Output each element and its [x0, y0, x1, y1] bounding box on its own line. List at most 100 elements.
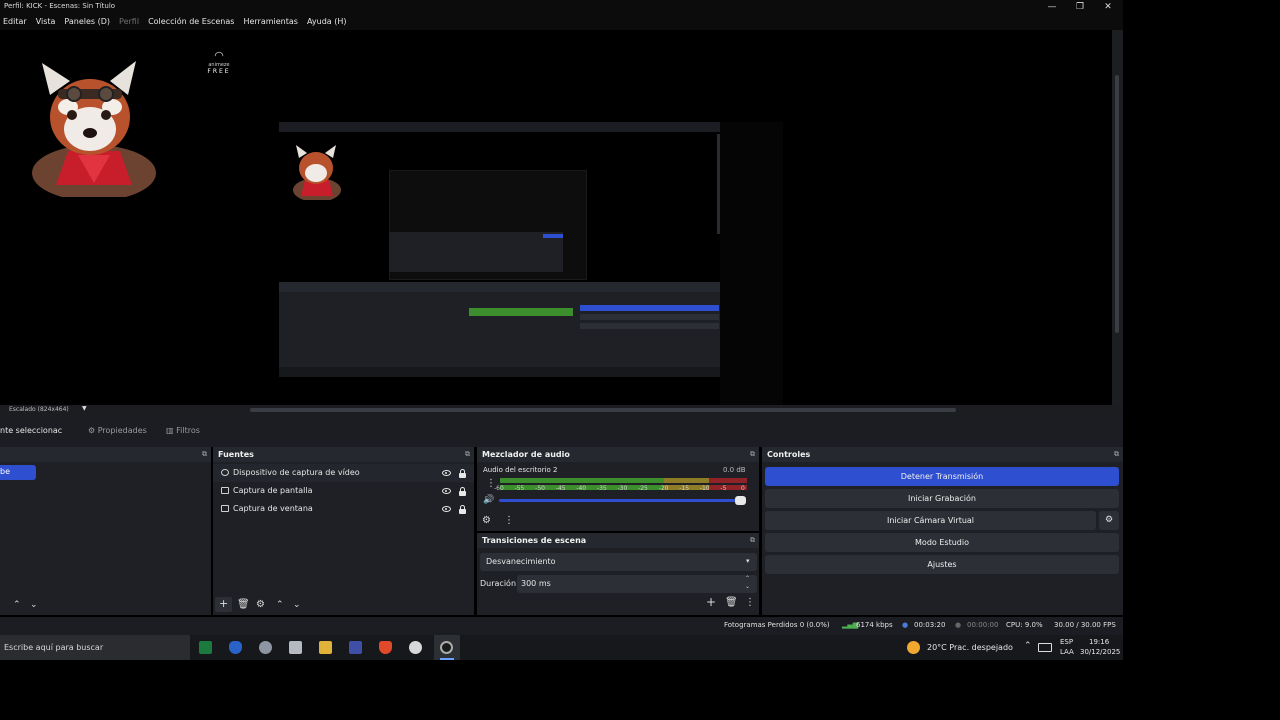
scene-item-selected[interactable]: be — [0, 465, 36, 480]
visibility-eye-icon[interactable] — [442, 488, 451, 494]
preview-canvas[interactable]: ◠ animeze FREE — [0, 30, 1112, 405]
no-source-selected-label: nte seleccionac — [0, 426, 63, 435]
animeze-free-label: FREE — [207, 68, 231, 75]
keyboard-icon[interactable] — [1038, 643, 1052, 652]
status-bar: Fotogramas Perdidos 0 (0.0%) ▂▄▆ 6174 kb… — [0, 617, 1123, 635]
scale-dropdown-arrow-icon[interactable]: ▼ — [82, 405, 87, 412]
taskbar-search-box[interactable]: Escribe aquí para buscar — [0, 635, 190, 660]
properties-button[interactable]: ⚙ Propiedades — [82, 423, 153, 439]
tray-chevron-up-icon[interactable]: ⌃ — [1024, 641, 1032, 651]
animeze-watermark: ◠ animeze FREE — [203, 50, 235, 76]
volume-slider-handle[interactable] — [735, 496, 746, 505]
weather-partly-sunny-icon — [907, 641, 920, 654]
studio-mode-button[interactable]: Modo Estudio — [765, 533, 1119, 552]
start-recording-button[interactable]: Iniciar Grabación — [765, 489, 1119, 508]
clock-date[interactable]: 30/12/2025 — [1080, 648, 1120, 656]
dock-popout-icon[interactable]: ⧉ — [465, 450, 470, 459]
add-source-button[interactable]: + — [215, 597, 232, 612]
move-up-icon[interactable]: ⌃ — [276, 599, 284, 611]
chevron-down-icon: ▾ — [746, 557, 750, 565]
move-down-icon[interactable]: ⌄ — [293, 599, 301, 611]
lock-icon[interactable] — [459, 505, 466, 514]
source-context-bar: nte seleccionac ⚙ Propiedades ▥ Filtros — [0, 415, 1123, 447]
duration-label: Duración — [480, 579, 517, 588]
obs-studio-icon — [440, 641, 453, 654]
excel-icon[interactable] — [199, 641, 212, 654]
preview-vertical-scrollbar[interactable] — [1112, 30, 1123, 405]
dock-popout-icon[interactable]: ⧉ — [202, 450, 207, 459]
source-label: Captura de pantalla — [233, 486, 313, 495]
source-properties-gear-icon[interactable]: ⚙ — [256, 599, 265, 611]
maximize-button[interactable]: ❐ — [1066, 0, 1094, 14]
speaker-icon[interactable]: 🔊 — [483, 494, 494, 506]
visibility-eye-icon[interactable] — [442, 506, 451, 512]
stepper-up-icon[interactable]: ⌃ — [745, 575, 750, 582]
move-down-icon[interactable]: ⌄ — [30, 599, 38, 611]
app-icon[interactable] — [289, 641, 302, 654]
taskbar-active-app[interactable] — [434, 635, 460, 660]
file-explorer-icon[interactable] — [319, 641, 332, 654]
taskbar-search-placeholder: Escribe aquí para buscar — [4, 643, 104, 652]
source-item[interactable]: Captura de ventana — [213, 500, 474, 518]
menu-coleccion-escenas[interactable]: Colección de Escenas — [148, 14, 234, 30]
dock-popout-icon[interactable]: ⧉ — [750, 536, 755, 545]
dropped-frames-status: Fotogramas Perdidos 0 (0.0%) — [724, 621, 830, 629]
meter-scale-tick: -50 — [535, 485, 545, 492]
app-icon[interactable] — [349, 641, 362, 654]
close-button[interactable]: ✕ — [1094, 0, 1122, 14]
remove-source-trash-icon[interactable]: 🗑 — [237, 599, 250, 611]
filters-label: Filtros — [176, 426, 200, 435]
volume-slider[interactable] — [499, 496, 746, 505]
meter-scale-tick: 0 — [741, 485, 745, 492]
meter-scale-tick: -5 — [720, 485, 727, 492]
red-panda-avatar — [32, 61, 156, 197]
menu-perfil[interactable]: Perfil — [119, 14, 139, 30]
minimize-button[interactable]: — — [1038, 0, 1066, 14]
menu-paneles[interactable]: Paneles (D) — [64, 14, 110, 30]
dock-popout-icon[interactable]: ⧉ — [1114, 450, 1119, 459]
dock-popout-icon[interactable]: ⧉ — [750, 450, 755, 459]
meter-scale-tick: -35 — [596, 485, 607, 492]
language-bottom[interactable]: LAA — [1060, 648, 1074, 656]
clock-time[interactable]: 19:16 — [1089, 638, 1109, 646]
preview-horizontal-scrollbar[interactable] — [250, 408, 956, 412]
monitor-icon — [221, 487, 229, 494]
duration-spinbox[interactable]: 300 ms ⌃ ⌄ — [517, 575, 757, 593]
meter-scale-tick: -15 — [679, 485, 690, 492]
remove-transition-trash-icon[interactable]: 🗑 — [725, 597, 738, 609]
app-icon[interactable] — [259, 641, 272, 654]
brave-browser-icon[interactable] — [379, 641, 392, 654]
stepper-down-icon[interactable]: ⌄ — [745, 583, 750, 590]
stream-live-icon: ● — [902, 621, 909, 629]
animeze-app-icon[interactable] — [409, 641, 422, 654]
transition-select[interactable]: Desvanecimiento ▾ — [480, 553, 757, 571]
mixer-menu-kebab-icon[interactable]: ⋮ — [504, 515, 514, 527]
filters-button[interactable]: ▥ Filtros — [160, 423, 206, 439]
stop-stream-button[interactable]: Detener Transmisión — [765, 467, 1119, 486]
lock-icon[interactable] — [459, 487, 466, 496]
advanced-audio-gear-icon[interactable]: ⚙ — [482, 515, 491, 527]
settings-button[interactable]: Ajustes — [765, 555, 1119, 574]
menu-ayuda[interactable]: Ayuda (H) — [307, 14, 347, 30]
menu-herramientas[interactable]: Herramientas — [243, 14, 298, 30]
source-item[interactable]: Dispositivo de captura de vídeo — [213, 464, 474, 482]
transition-menu-kebab-icon[interactable]: ⋮ — [745, 597, 755, 609]
lock-icon[interactable] — [459, 469, 466, 478]
start-virtual-camera-button[interactable]: Iniciar Cámara Virtual — [765, 511, 1096, 530]
windows-taskbar: Escribe aquí para buscar 20°C Prac. desp… — [0, 635, 1123, 660]
audio-mixer-dock: Mezclador de audio ⧉ Audio del escritori… — [477, 447, 759, 531]
controls-title: Controles — [767, 450, 811, 459]
menu-vista[interactable]: Vista — [36, 14, 56, 30]
visibility-eye-icon[interactable] — [442, 470, 451, 476]
virtual-camera-settings-gear-icon[interactable]: ⚙ — [1099, 511, 1119, 530]
sources-dock: Fuentes ⧉ Dispositivo de captura de víde… — [213, 447, 474, 615]
meter-scale-tick: -55 — [514, 485, 525, 492]
defender-shield-icon[interactable] — [229, 641, 242, 654]
move-up-icon[interactable]: ⌃ — [13, 599, 21, 611]
menu-editar[interactable]: Editar — [3, 14, 27, 30]
scene-transitions-dock: Transiciones de escena ⧉ Desvanecimiento… — [477, 533, 759, 615]
language-top[interactable]: ESP — [1060, 638, 1073, 646]
add-transition-plus-icon[interactable]: + — [706, 596, 716, 608]
transition-selected-value: Desvanecimiento — [486, 557, 556, 566]
source-item[interactable]: Captura de pantalla — [213, 482, 474, 500]
